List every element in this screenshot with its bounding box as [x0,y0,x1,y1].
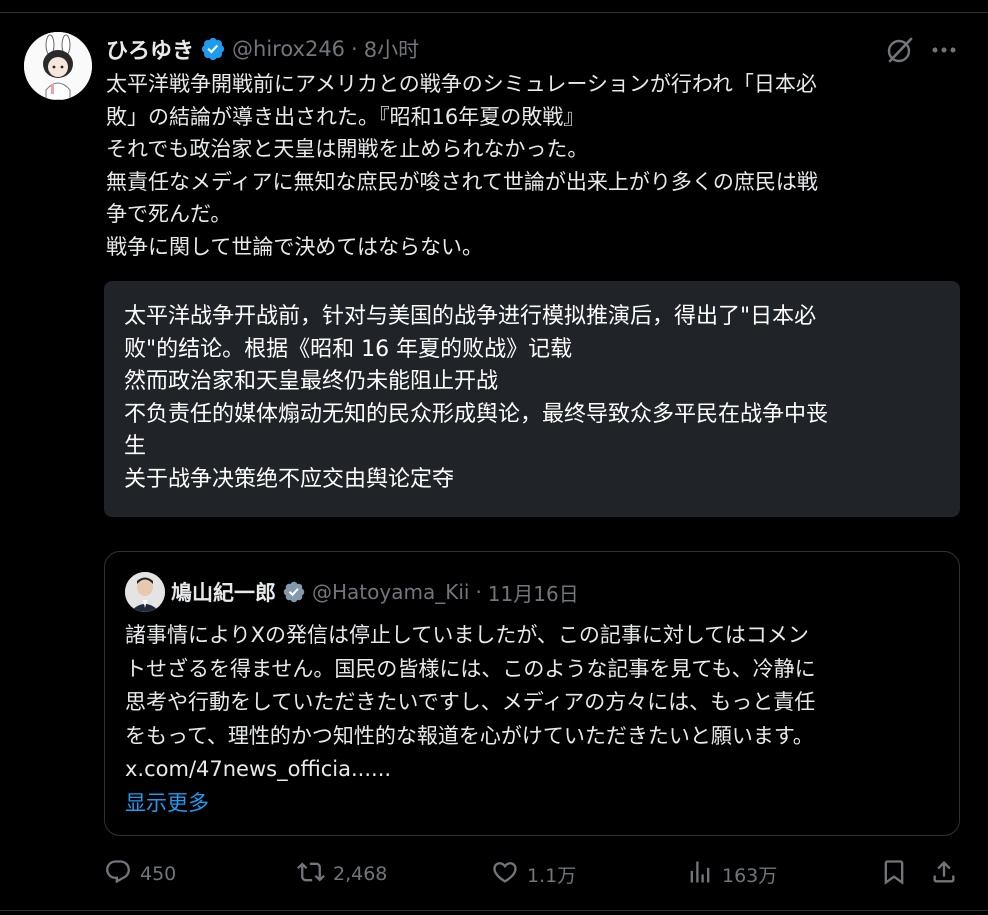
repost-count: 2,468 [333,863,388,885]
post-text-line: 太平洋戦争開戦前にアメリカとの戦争のシミュレーションが行われ「日本必 [106,72,817,96]
bottom-divider [0,910,988,911]
repost-button[interactable]: 2,468 [297,856,387,892]
quoted-post-link[interactable]: x.com/47news_officia...... [125,753,945,787]
quoted-author-name[interactable]: 鳩山紀一郎 [171,577,276,607]
grok-icon[interactable] [884,34,916,66]
reply-button[interactable]: 450 [104,856,176,892]
author-handle[interactable]: @hirox246 [232,37,345,61]
translation-box: 太平洋战争开战前，针对与美国的战争进行模拟推演后，得出了"日本必 败"的结论。根… [104,281,960,517]
reply-count: 450 [140,863,177,885]
quoted-post-header: 鳩山紀一郎 @Hatoyama_Kii · 11月16日 [171,574,579,610]
quoted-text-line: 思考や行動をしていただきたいですし、メディアの方々には、もっと責任 [125,690,816,714]
post-text-line: それでも政治家と天皇は開戦を止められなかった。 [106,137,589,162]
translation-line: 然而政治家和天皇最终仍未能阻止开战 [124,369,499,394]
quoted-author-avatar[interactable] [125,572,165,612]
views-count: 163万 [722,864,778,887]
reply-icon [104,858,132,891]
post-text-line: 戦争に関して世論で決めてはならない。 [106,234,483,259]
quoted-author-handle[interactable]: @Hatoyama_Kii [312,580,469,604]
quoted-post-time[interactable]: 11月16日 [488,578,579,607]
more-options-icon[interactable] [928,36,960,64]
top-divider [0,12,988,13]
action-bar: 450 2,468 1.1万 163万 [104,856,966,892]
separator-dot: · [475,580,482,604]
translation-line: 太平洋战争开战前，针对与美国的战争进行模拟推演后，得出了"日本必 [124,304,817,329]
quoted-post-text: 諸事情によりXの発信は停止していましたが、この記事に対してはコメン トせざるを得… [125,619,945,820]
post-text-line: 敗」の結論が導き出された。『昭和16年夏の敗戦』 [106,104,585,129]
post-text: 太平洋戦争開戦前にアメリカとの戦争のシミュレーションが行われ「日本必 敗」の結論… [106,68,956,264]
post-header: ひろゆき @hirox246 · 8小时 [106,32,419,66]
like-count: 1.1万 [527,864,577,887]
translation-line: 不负责任的媒体煽动无知的民众形成舆论，最终导致众多平民在战争中丧 [124,401,829,427]
quoted-text-line: をもって、理性的かつ知性的な報道を心がけていただきたいと願います。 [125,723,814,748]
bookmark-icon [880,858,908,891]
show-more-link[interactable]: 显示更多 [125,787,945,821]
author-avatar[interactable] [24,32,92,100]
post-text-line: 無責任なメディアに無知な庶民が唆されて世論が出来上がり多くの庶民は戦 [106,169,818,194]
author-name[interactable]: ひろゆき [106,33,194,65]
separator-dot: · [351,37,358,61]
verified-badge-icon[interactable] [200,36,226,62]
views-button[interactable]: 163万 [686,856,777,892]
translation-line: 败"的结论。根据《昭和 16 年夏的败战》记载 [124,336,573,362]
post-time[interactable]: 8小时 [364,34,419,64]
like-button[interactable]: 1.1万 [491,856,576,892]
quoted-post-card[interactable]: 鳩山紀一郎 @Hatoyama_Kii · 11月16日 諸事情によりXの発信は… [104,551,960,836]
translation-line: 生 [124,434,147,459]
analytics-icon [686,858,714,891]
translation-line: 关于战争决策绝不应交由舆论定夺 [124,466,455,492]
share-button[interactable] [930,856,958,892]
quoted-text-line: 諸事情によりXの発信は停止していましたが、この記事に対してはコメン [125,623,809,647]
heart-icon [491,858,519,891]
post-text-line: 争で死んだ。 [106,202,232,227]
bookmark-button[interactable] [880,856,908,892]
repost-icon [297,858,325,891]
verified-badge-gray-icon[interactable] [282,580,306,604]
quoted-text-line: トせざるを得ません。国民の皆様には、このような記事を見ても、冷静に [125,656,816,681]
share-icon [930,858,958,891]
